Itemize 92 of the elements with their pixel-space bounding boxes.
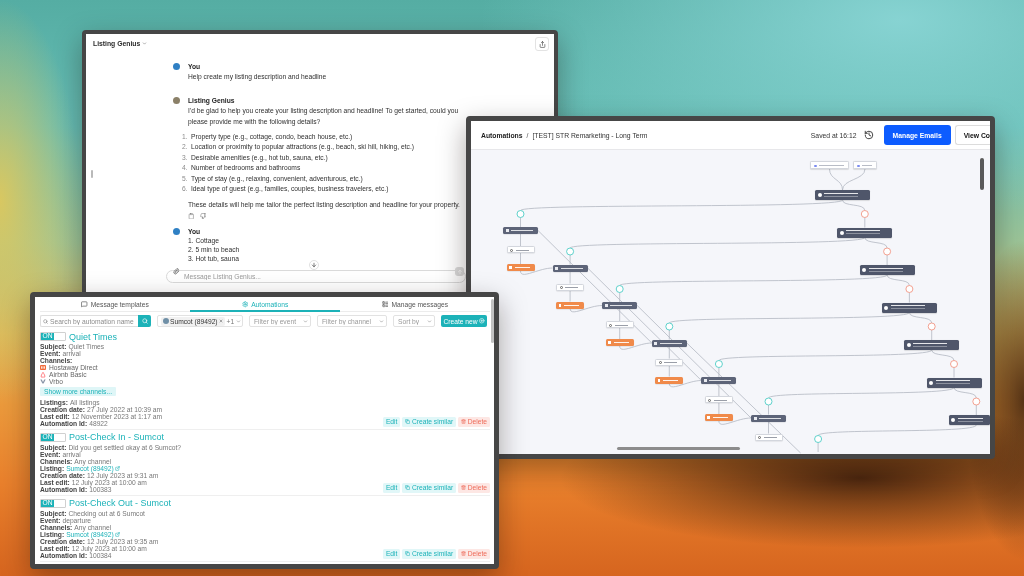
wait-node[interactable] (605, 321, 634, 328)
user-avatar-icon (173, 228, 180, 235)
email-node[interactable] (552, 264, 588, 272)
goto-node[interactable] (704, 414, 733, 421)
connector-line (864, 217, 866, 228)
external-link-icon (115, 531, 121, 537)
send-button[interactable] (455, 267, 464, 276)
arrow-up-icon (456, 268, 463, 275)
external-link-icon (115, 465, 121, 471)
paperclip-icon[interactable] (173, 268, 180, 275)
connector-line (520, 252, 521, 265)
loop-logo-icon (40, 371, 46, 378)
condition-node[interactable] (926, 377, 982, 388)
no-ring-icon[interactable] (883, 247, 891, 256)
goto-node[interactable] (655, 376, 684, 384)
no-ring-icon[interactable] (905, 285, 914, 293)
wait-node[interactable] (556, 283, 585, 291)
goto-node[interactable] (605, 339, 634, 346)
list-icon (382, 301, 389, 308)
trash-icon (461, 551, 467, 556)
wait-node[interactable] (506, 246, 535, 253)
vertical-scrollbar[interactable] (491, 299, 494, 343)
no-ring-icon[interactable] (972, 397, 981, 406)
email-node[interactable] (602, 302, 638, 309)
condition-node[interactable] (815, 190, 870, 200)
email-node[interactable] (701, 377, 737, 384)
yes-ring-icon[interactable] (814, 435, 822, 443)
goto-node[interactable] (556, 301, 585, 309)
connector-line (931, 329, 933, 341)
copy-icon (405, 485, 411, 490)
thumbs-down-icon[interactable] (199, 212, 206, 220)
message-icon (81, 301, 88, 308)
wait-node[interactable] (754, 433, 783, 441)
email-node[interactable] (651, 339, 687, 347)
connector-line (817, 442, 819, 453)
condition-node[interactable] (859, 265, 915, 275)
wedge-logo-icon (40, 379, 46, 384)
bot-avatar-icon (173, 96, 180, 104)
trigger-node[interactable] (853, 161, 877, 169)
yes-ring-icon[interactable] (615, 285, 624, 293)
share-button[interactable] (535, 37, 549, 51)
email-node[interactable] (751, 414, 786, 422)
no-ring-icon[interactable] (950, 360, 958, 368)
share-icon (538, 40, 546, 48)
search-button[interactable] (138, 315, 151, 327)
yes-ring-icon[interactable] (566, 247, 574, 256)
vertical-scrollbar[interactable] (980, 158, 984, 190)
automation-name[interactable]: Post-Check In - Sumcot (69, 432, 165, 442)
user-avatar-icon (173, 62, 180, 70)
connector-line (520, 217, 521, 228)
plus-circle-icon (479, 318, 485, 324)
history-icon[interactable] (863, 130, 874, 140)
yes-ring-icon[interactable] (665, 322, 674, 331)
arrow-down-icon (311, 262, 317, 268)
no-ring-icon[interactable] (927, 322, 936, 331)
yes-ring-icon[interactable] (764, 397, 773, 406)
condition-node[interactable] (881, 302, 937, 313)
search-icon (141, 318, 148, 324)
chevron-down-icon (303, 319, 308, 324)
connector-line (520, 233, 521, 247)
search-icon (42, 318, 48, 324)
condition-node[interactable] (948, 415, 990, 425)
email-node[interactable] (503, 227, 538, 234)
automation-name[interactable]: Quiet Times (69, 331, 117, 342)
horizontal-scrollbar[interactable] (617, 447, 740, 450)
sidebar-handle[interactable] (91, 170, 93, 178)
scroll-down-button[interactable] (309, 260, 319, 270)
chevron-down-icon (236, 318, 242, 324)
striped-logo-icon (40, 365, 46, 370)
listing-avatar-icon (162, 318, 169, 324)
connector-line (886, 254, 888, 266)
copy-icon (405, 551, 411, 556)
copy-icon (405, 419, 411, 424)
gear-icon (241, 301, 249, 308)
chevron-down-icon (379, 319, 384, 324)
trigger-node[interactable] (810, 161, 849, 169)
yes-ring-icon[interactable] (516, 210, 525, 218)
trash-icon (461, 485, 467, 490)
copy-icon[interactable] (188, 212, 195, 220)
connector-line (975, 404, 977, 416)
condition-node[interactable] (904, 340, 960, 350)
condition-node[interactable] (837, 227, 893, 238)
connector-line (909, 292, 910, 303)
wait-node[interactable] (704, 396, 733, 403)
wait-node[interactable] (655, 358, 684, 366)
trash-icon (461, 419, 467, 424)
chevron-down-icon (142, 41, 148, 47)
goto-node[interactable] (506, 264, 535, 271)
chevron-down-icon (427, 319, 432, 324)
no-ring-icon[interactable] (860, 210, 869, 218)
automation-name[interactable]: Post-Check Out - Sumcot (69, 498, 172, 508)
yes-ring-icon[interactable] (715, 360, 723, 368)
